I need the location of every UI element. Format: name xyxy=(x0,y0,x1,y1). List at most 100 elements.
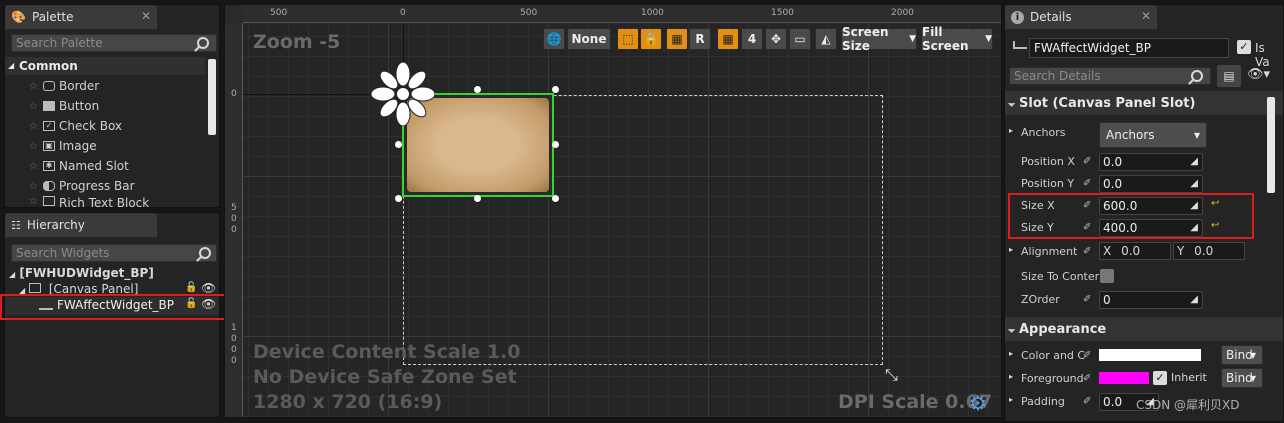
selection-handle[interactable] xyxy=(395,141,402,148)
expand-arrow-icon[interactable]: ◢ xyxy=(9,270,15,279)
palette-item-border[interactable]: ☆ Border xyxy=(29,76,99,96)
tab-palette[interactable]: 🎨 Palette ✕ xyxy=(5,5,157,29)
respect-locks-button[interactable]: R xyxy=(689,28,711,50)
localization-globe-button[interactable]: 🌐 xyxy=(543,28,565,50)
property-matrix-button[interactable]: ▤ xyxy=(1217,65,1241,87)
palette-item-progress-bar[interactable]: ☆ Progress Bar xyxy=(29,176,135,196)
search-icon[interactable] xyxy=(199,247,211,259)
rich-text-icon xyxy=(43,196,55,206)
favorite-star-icon[interactable]: ☆ xyxy=(29,101,43,112)
expand-arrow-icon[interactable]: ▸ xyxy=(1009,372,1013,381)
binding-icon[interactable]: ✐ xyxy=(1083,178,1091,189)
button-icon xyxy=(43,101,55,111)
hierarchy-search-input[interactable]: Search Widgets xyxy=(11,244,217,262)
position-x-field[interactable]: 0.0 xyxy=(1099,153,1203,171)
fill-screen-combo[interactable]: Fill Screen ▼ xyxy=(921,25,993,53)
palette-item-named-slot[interactable]: ☆ ✱ Named Slot xyxy=(29,156,129,176)
palette-category-common[interactable]: ◢ Common xyxy=(5,57,205,75)
binding-icon[interactable]: ✐ xyxy=(1083,396,1091,407)
binding-icon[interactable]: ✐ xyxy=(1083,373,1091,384)
fit-button[interactable]: ▭ xyxy=(789,28,811,50)
is-variable-checkbox[interactable]: ✓ xyxy=(1237,40,1251,54)
anchors-combo[interactable]: Anchors xyxy=(1099,122,1207,148)
favorite-star-icon[interactable]: ☆ xyxy=(29,121,43,132)
grid-snap-button[interactable]: ▦ xyxy=(717,28,739,50)
palette-item-checkbox[interactable]: ☆ ✓ Check Box xyxy=(29,116,122,136)
hierarchy-tab-label: Hierarchy xyxy=(26,218,85,232)
prop-alignment: ▸ Alignment ✐ X 0.0 Y 0.0 xyxy=(1005,241,1275,263)
palette-item-rich-text-block[interactable]: ☆ Rich Text Block xyxy=(29,196,149,208)
tab-hierarchy[interactable]: ☷ Hierarchy xyxy=(5,213,157,237)
lock-open-icon[interactable]: 🔓 xyxy=(185,282,197,293)
eye-icon[interactable]: 👁▾ xyxy=(1247,67,1270,82)
close-icon[interactable]: ✕ xyxy=(1141,9,1151,23)
pivot-toggle-button[interactable]: ⬚ xyxy=(617,28,639,50)
lock-toggle-button[interactable]: 🔒 xyxy=(640,28,662,50)
position-y-field[interactable]: 0.0 xyxy=(1099,175,1203,193)
ruler-tick-label: 0 xyxy=(231,345,237,355)
zorder-field[interactable]: 0 xyxy=(1099,291,1203,309)
selection-handle[interactable] xyxy=(552,195,559,202)
size-to-content-checkbox[interactable] xyxy=(1100,269,1114,283)
ruler-tick-label: 1500 xyxy=(771,8,794,18)
favorite-star-icon[interactable]: ☆ xyxy=(29,81,43,92)
ruler-tick-label: 0 xyxy=(231,334,237,344)
size-to-content-label: Size To Conter xyxy=(1021,270,1100,283)
favorite-star-icon[interactable]: ☆ xyxy=(29,161,43,172)
selection-handle[interactable] xyxy=(552,86,559,93)
screen-size-combo[interactable]: Screen Size ▼ xyxy=(841,25,917,53)
selection-handle[interactable] xyxy=(474,86,481,93)
binding-icon[interactable]: ✐ xyxy=(1083,294,1091,305)
search-icon[interactable] xyxy=(1191,70,1203,82)
inherit-checkbox[interactable]: ✓ xyxy=(1153,371,1167,385)
section-appearance[interactable]: Appearance xyxy=(1005,317,1283,341)
alignment-y-field[interactable]: Y 0.0 xyxy=(1173,242,1245,260)
grid-size-combo[interactable]: 4 xyxy=(741,28,763,50)
lock-icon: 🔒 xyxy=(643,32,659,46)
foreground-bind-button[interactable]: Bind xyxy=(1221,368,1263,388)
outline-toggle-button[interactable]: ▦ xyxy=(666,28,688,50)
palette-search-input[interactable]: Search Palette xyxy=(11,34,217,52)
highlight-box-size xyxy=(1008,193,1254,239)
transform-button[interactable]: ✥ xyxy=(765,28,787,50)
details-scrollbar[interactable] xyxy=(1267,97,1275,193)
favorite-star-icon[interactable]: ☆ xyxy=(29,196,43,207)
foreground-swatch[interactable] xyxy=(1099,372,1149,384)
section-slot[interactable]: Slot (Canvas Panel Slot) xyxy=(1005,91,1283,115)
eye-icon[interactable]: 👁 xyxy=(201,281,216,295)
resize-handle-icon[interactable]: ⤡ xyxy=(885,365,898,385)
flip-button[interactable]: ◭ xyxy=(815,28,837,50)
dpi-settings-gear-icon[interactable]: ⚙ xyxy=(969,391,987,415)
color-bind-button[interactable]: Bind xyxy=(1221,345,1263,365)
palette-scrollbar[interactable] xyxy=(208,59,216,135)
pivot-icon: ⬚ xyxy=(622,32,634,46)
localization-combo[interactable]: None xyxy=(567,28,611,50)
favorite-star-icon[interactable]: ☆ xyxy=(29,181,43,192)
prop-position-y: Position Y ✐ 0.0 xyxy=(1005,173,1275,195)
collapse-arrow-icon: ◢ xyxy=(8,61,15,70)
expand-arrow-icon[interactable]: ▸ xyxy=(1009,349,1013,358)
color-swatch[interactable] xyxy=(1099,349,1201,361)
tree-root[interactable]: ◢ [FWHUDWidget_BP] xyxy=(9,266,154,280)
binding-icon[interactable]: ✐ xyxy=(1083,350,1091,361)
alignment-x-field[interactable]: X 0.0 xyxy=(1099,242,1171,260)
details-search-input[interactable]: Search Details xyxy=(1009,67,1211,85)
expand-arrow-icon[interactable]: ▸ xyxy=(1009,126,1013,135)
anchor-icon[interactable] xyxy=(371,62,435,126)
widget-name-input[interactable]: FWAffectWidget_BP xyxy=(1029,38,1229,58)
expand-arrow-icon[interactable]: ▸ xyxy=(1009,245,1013,254)
binding-icon[interactable]: ✐ xyxy=(1083,246,1091,257)
tab-details[interactable]: i Details ✕ xyxy=(1005,5,1157,29)
designer-viewport[interactable]: 500 0 500 1000 1500 2000 0 5 0 0 1 0 0 0… xyxy=(224,4,1002,418)
palette-icon: 🎨 xyxy=(11,10,26,24)
selection-handle[interactable] xyxy=(474,195,481,202)
palette-item-button[interactable]: ☆ Button xyxy=(29,96,99,116)
selection-handle[interactable] xyxy=(552,141,559,148)
favorite-star-icon[interactable]: ☆ xyxy=(29,141,43,152)
close-icon[interactable]: ✕ xyxy=(141,9,151,23)
expand-arrow-icon[interactable]: ▸ xyxy=(1009,395,1013,404)
palette-item-image[interactable]: ☆ ▣ Image xyxy=(29,136,97,156)
binding-icon[interactable]: ✐ xyxy=(1083,156,1091,167)
selection-handle[interactable] xyxy=(395,195,402,202)
search-icon[interactable] xyxy=(197,37,209,49)
